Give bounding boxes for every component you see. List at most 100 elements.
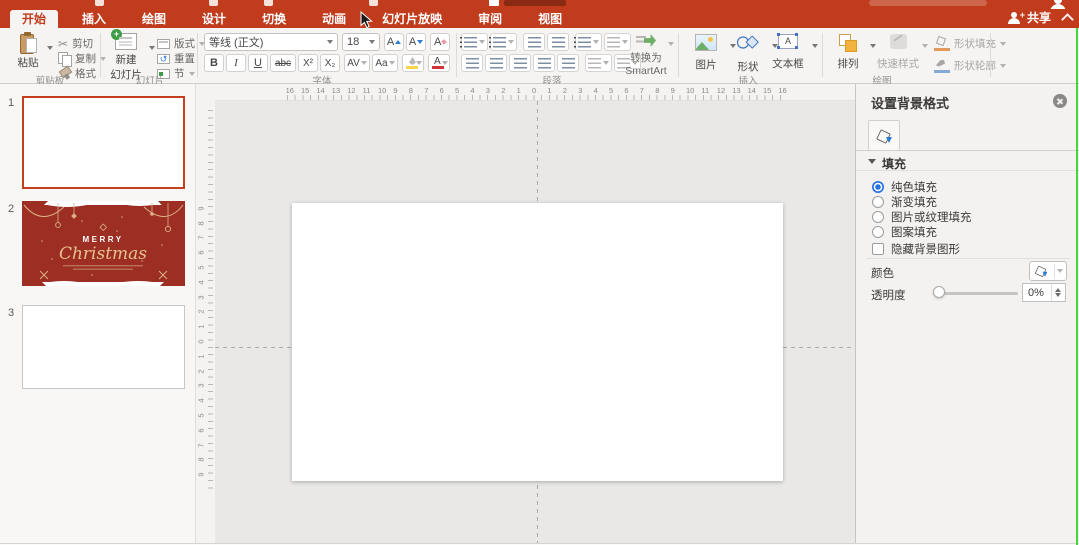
tab-review[interactable]: 审阅 bbox=[466, 10, 514, 28]
picture-button[interactable]: 图片 bbox=[684, 34, 728, 72]
font-name-combo[interactable]: 等线 (正文) bbox=[204, 33, 338, 51]
new-slide-dropdown-icon[interactable] bbox=[149, 46, 155, 50]
quick-styles-dropdown-icon[interactable] bbox=[922, 44, 928, 48]
spinner-up-icon[interactable] bbox=[1055, 288, 1061, 292]
superscript-button[interactable]: X² bbox=[298, 54, 318, 72]
subscript-button[interactable]: X₂ bbox=[320, 54, 340, 72]
slide-number: 1 bbox=[8, 97, 15, 109]
pattern-fill-option[interactable]: 图案填充 bbox=[872, 225, 937, 239]
transparency-slider-knob[interactable] bbox=[933, 286, 945, 298]
solid-fill-option[interactable]: 纯色填充 bbox=[872, 180, 937, 194]
convert-smartart-button[interactable]: 转换为 SmartArt bbox=[620, 33, 672, 77]
share-button[interactable]: + 共享 bbox=[1007, 9, 1051, 26]
gradient-fill-option[interactable]: 渐变填充 bbox=[872, 195, 937, 209]
increase-indent-button[interactable] bbox=[547, 33, 569, 51]
ruler-number: 3 bbox=[196, 383, 206, 388]
ruler-number: 2 bbox=[562, 86, 567, 95]
tab-transitions[interactable]: 切换 bbox=[250, 10, 298, 28]
textbox-dropdown-icon[interactable] bbox=[812, 44, 818, 48]
color-picker-button[interactable] bbox=[1029, 261, 1067, 281]
tab-draw[interactable]: 绘图 bbox=[130, 10, 178, 28]
bold-button[interactable]: B bbox=[204, 54, 224, 72]
save-icon[interactable] bbox=[209, 0, 218, 6]
share-label: 共享 bbox=[1026, 11, 1051, 25]
document-title bbox=[504, 0, 566, 6]
cut-button[interactable]: ✂ 剪切 bbox=[58, 36, 93, 51]
grow-font-button[interactable]: A bbox=[384, 33, 404, 51]
smartart-dropdown-icon[interactable] bbox=[668, 42, 674, 46]
character-spacing-button[interactable]: AV bbox=[344, 54, 370, 72]
close-icon[interactable] bbox=[1053, 94, 1067, 108]
fill-tab[interactable] bbox=[868, 120, 900, 151]
tab-slideshow[interactable]: 幻灯片放映 bbox=[370, 10, 454, 28]
shape-outline-button[interactable]: 形状轮廓 bbox=[934, 58, 1006, 73]
slide-number: 2 bbox=[8, 203, 15, 215]
arrange-button[interactable]: 排列 bbox=[826, 34, 870, 71]
ruler-number: 11 bbox=[362, 86, 371, 95]
format-background-panel: 设置背景格式 填充 纯色填充 渐变填充 图片或纹理填充 图案填充 隐藏背景图形 … bbox=[855, 84, 1079, 543]
textbox-button[interactable]: A 文本框 bbox=[766, 33, 810, 71]
shape-fill-button[interactable]: 形状填充 bbox=[934, 35, 1006, 51]
panel-title: 设置背景格式 bbox=[871, 96, 950, 111]
underline-button[interactable]: U bbox=[248, 54, 268, 72]
tab-animations[interactable]: 动画 bbox=[310, 10, 358, 28]
decrease-indent-button[interactable] bbox=[523, 33, 545, 51]
slide-thumbnail-1[interactable] bbox=[22, 96, 185, 189]
bullets-button[interactable] bbox=[460, 33, 488, 51]
ruler-number: 3 bbox=[196, 295, 206, 300]
undo-icon[interactable] bbox=[264, 0, 273, 6]
svg-text:MERRY: MERRY bbox=[82, 235, 123, 244]
shapes-button[interactable]: 形状 bbox=[726, 34, 770, 74]
redo-icon[interactable] bbox=[369, 0, 378, 6]
tab-insert[interactable]: 插入 bbox=[70, 10, 118, 28]
font-size-combo[interactable]: 18 bbox=[342, 33, 380, 51]
quick-styles-button[interactable]: 快速样式 bbox=[872, 34, 924, 71]
change-case-button[interactable]: Aa bbox=[372, 54, 398, 72]
title-bar: 开始 插入 绘图 设计 切换 动画 幻灯片放映 审阅 视图 + 共享 bbox=[0, 0, 1079, 28]
shrink-font-button[interactable]: A bbox=[406, 33, 426, 51]
transparency-value-spinner[interactable]: 0% bbox=[1022, 283, 1066, 302]
distribute-button[interactable] bbox=[557, 54, 579, 72]
tab-design[interactable]: 设计 bbox=[190, 10, 238, 28]
font-color-button[interactable]: A bbox=[428, 54, 450, 72]
copy-button[interactable]: 复制 bbox=[58, 51, 106, 67]
avatar[interactable] bbox=[1050, 0, 1066, 9]
ruler-number: 15 bbox=[763, 86, 772, 95]
search-input[interactable] bbox=[869, 0, 987, 6]
spinner-down-icon[interactable] bbox=[1055, 293, 1061, 297]
italic-button[interactable]: I bbox=[226, 54, 246, 72]
transparency-slider-track[interactable] bbox=[936, 292, 1018, 295]
paste-button[interactable]: 粘贴 bbox=[6, 32, 50, 70]
ruler-number: 2 bbox=[196, 369, 206, 374]
collapse-ribbon-icon[interactable] bbox=[1063, 12, 1071, 20]
ruler-number: 4 bbox=[196, 398, 206, 403]
slide-editing-area[interactable]: 16 15 14 13 12 11 10 9 8 7 6 5 4 3 2 1 0 1 2 3 4 5 6 7 8 9 10 11 12 1… bbox=[215, 84, 855, 543]
strikethrough-button[interactable]: abc bbox=[270, 54, 296, 72]
highlight-button[interactable] bbox=[402, 54, 424, 72]
paste-dropdown-icon[interactable] bbox=[47, 46, 53, 50]
tab-view[interactable]: 视图 bbox=[526, 10, 574, 28]
fill-section-header[interactable]: 填充 bbox=[856, 151, 1079, 171]
paste-icon bbox=[18, 32, 38, 55]
slide-thumbnail-2[interactable]: MERRY Christmas bbox=[22, 178, 185, 311]
slide-canvas[interactable] bbox=[292, 203, 783, 481]
mouse-cursor bbox=[360, 11, 373, 29]
picture-texture-fill-option[interactable]: 图片或纹理填充 bbox=[872, 210, 972, 224]
reset-button[interactable]: ↺ 重置 bbox=[157, 51, 195, 66]
hide-background-graphics-option[interactable]: 隐藏背景图形 bbox=[872, 242, 960, 256]
numbering-button[interactable] bbox=[489, 33, 517, 51]
ruler-number: 16 bbox=[285, 86, 294, 95]
align-left-button[interactable] bbox=[461, 54, 483, 72]
justify-button[interactable] bbox=[533, 54, 555, 72]
ribbon: 粘贴 ✂ 剪切 复制 格式 剪贴板 + 新建 幻灯片 版式 ↺ 重置 节 幻灯片… bbox=[0, 28, 1079, 87]
tab-home[interactable]: 开始 bbox=[10, 10, 59, 28]
slide-thumbnail-3[interactable] bbox=[22, 305, 185, 389]
ruler-number: 7 bbox=[196, 235, 206, 240]
align-right-button[interactable] bbox=[509, 54, 531, 72]
ruler-number: 10 bbox=[686, 86, 695, 95]
clear-formatting-button[interactable]: A bbox=[430, 33, 450, 51]
quick-access-icon[interactable] bbox=[95, 0, 104, 6]
line-spacing-button[interactable] bbox=[574, 33, 602, 51]
align-center-button[interactable] bbox=[485, 54, 507, 72]
text-direction-button[interactable] bbox=[585, 54, 612, 72]
